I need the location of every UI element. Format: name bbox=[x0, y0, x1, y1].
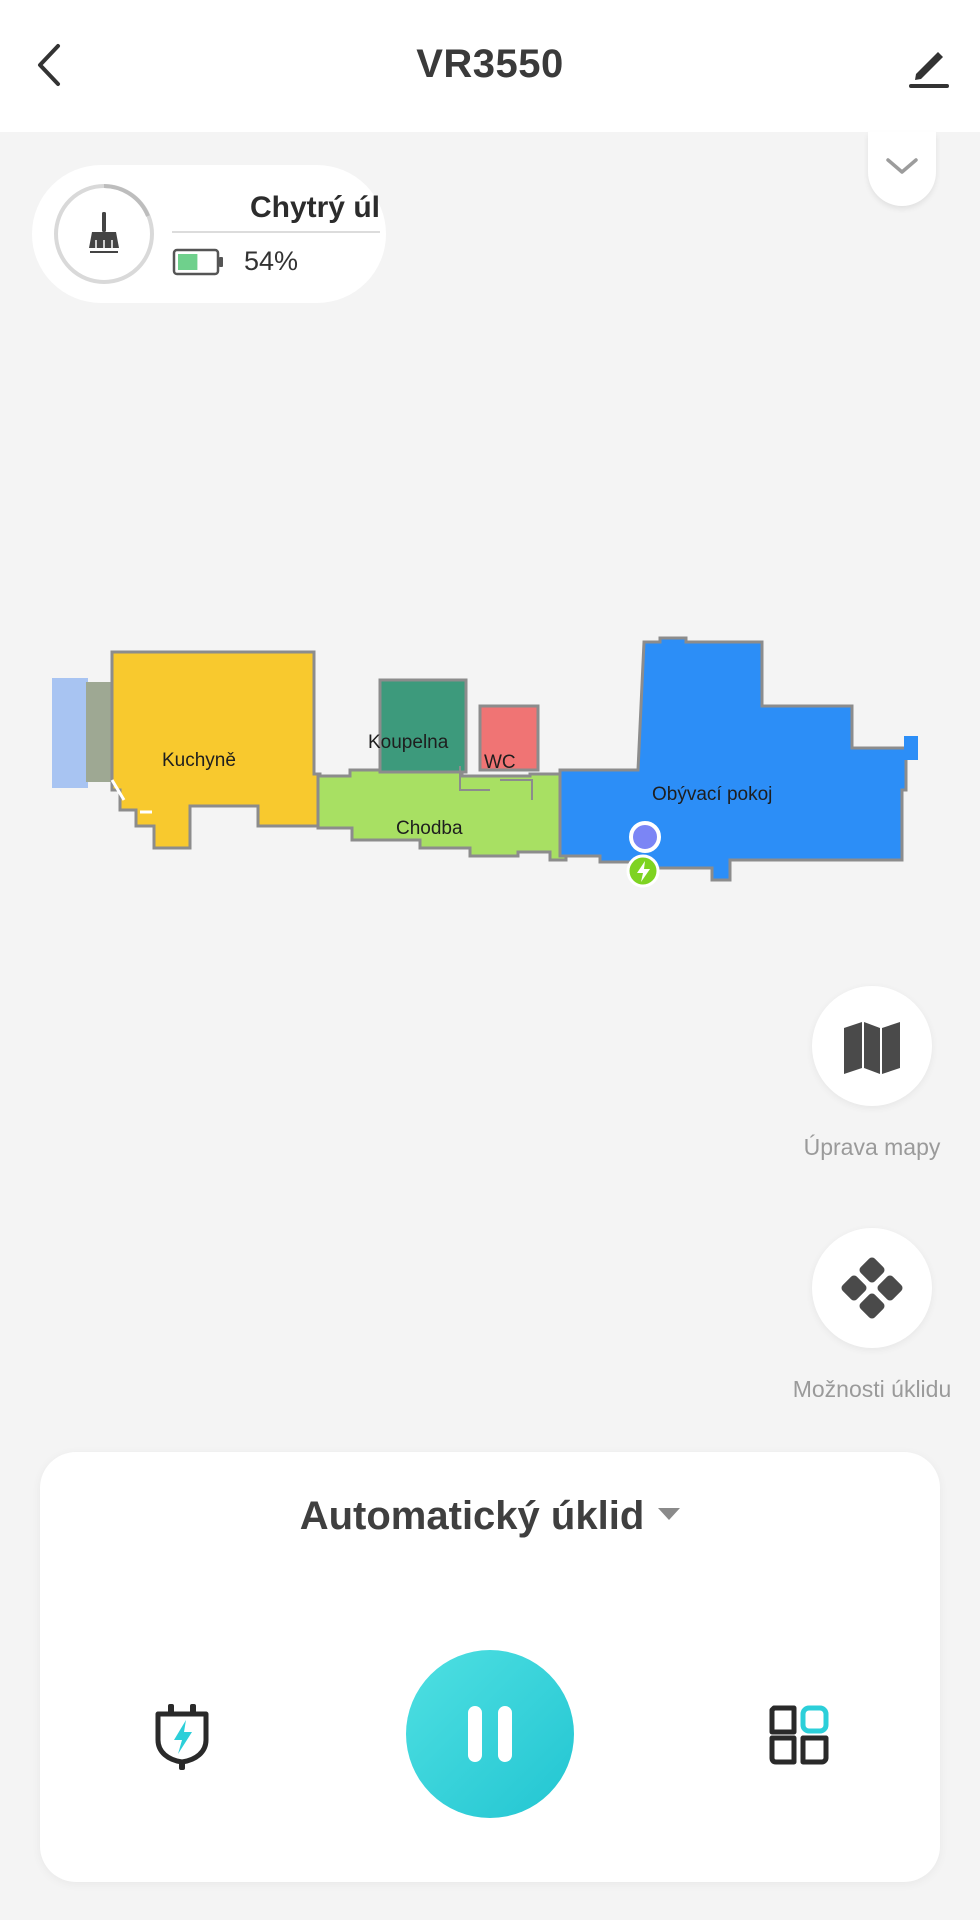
pencil-icon bbox=[909, 52, 949, 88]
floor-map[interactable]: Kuchyně Koupelna WC Chodba Obývací pokoj bbox=[0, 630, 980, 900]
cleaning-mode-select[interactable]: Automatický úklid bbox=[40, 1494, 940, 1539]
room-koupelna[interactable] bbox=[378, 678, 468, 774]
pause-bar-right bbox=[498, 1706, 512, 1762]
charging-dock-icon bbox=[155, 1704, 209, 1770]
room-grid-icon bbox=[769, 1705, 829, 1765]
top-bar: VR3550 bbox=[0, 0, 980, 132]
cleaning-mode-name: Chytrý úl bbox=[249, 191, 380, 224]
cleaning-mode-value: Automatický úklid bbox=[299, 1494, 645, 1538]
divider bbox=[172, 231, 380, 233]
edit-button[interactable] bbox=[904, 40, 954, 90]
room-cleaning-button[interactable] bbox=[768, 1704, 830, 1766]
room-label-chodba: Chodba bbox=[396, 818, 463, 839]
chevron-down-icon bbox=[886, 158, 918, 174]
map-edge-blue bbox=[52, 678, 88, 788]
robot-position-marker bbox=[629, 821, 661, 853]
room-obyvaci-pokoj[interactable] bbox=[558, 636, 908, 882]
map-edit-button[interactable] bbox=[812, 986, 932, 1106]
map-edit-label: Úprava mapy bbox=[803, 1134, 941, 1160]
robot-status-card[interactable]: Chytrý úl 54% bbox=[32, 165, 386, 303]
cleaning-options-icon bbox=[841, 1257, 903, 1319]
pause-bar-left bbox=[468, 1706, 482, 1762]
room-edge-marker bbox=[904, 736, 918, 760]
mode-ring bbox=[54, 184, 154, 284]
cleaning-options-label: Možnosti úklidu bbox=[792, 1376, 952, 1402]
collapse-toggle[interactable] bbox=[868, 132, 936, 206]
map-icon bbox=[844, 1022, 900, 1074]
return-to-dock-button[interactable] bbox=[152, 1702, 212, 1772]
caret-down-icon bbox=[658, 1508, 681, 1521]
room-label-koupelna: Koupelna bbox=[368, 732, 449, 753]
floor-map-canvas: Kuchyně Koupelna WC Chodba Obývací pokoj bbox=[52, 636, 918, 888]
control-panel: Automatický úklid bbox=[40, 1452, 940, 1882]
battery-icon bbox=[172, 248, 223, 276]
room-label-wc: WC bbox=[484, 752, 516, 773]
page-title: VR3550 bbox=[416, 42, 564, 86]
room-label-obyvaci-pokoj: Obývací pokoj bbox=[652, 784, 772, 805]
broom-icon bbox=[89, 212, 119, 253]
battery-level: 54% bbox=[244, 246, 299, 276]
pause-button[interactable] bbox=[406, 1650, 574, 1818]
cleaning-options-button[interactable] bbox=[812, 1228, 932, 1348]
charging-station-marker bbox=[626, 854, 660, 888]
room-label-kuchyne: Kuchyně bbox=[162, 750, 236, 771]
